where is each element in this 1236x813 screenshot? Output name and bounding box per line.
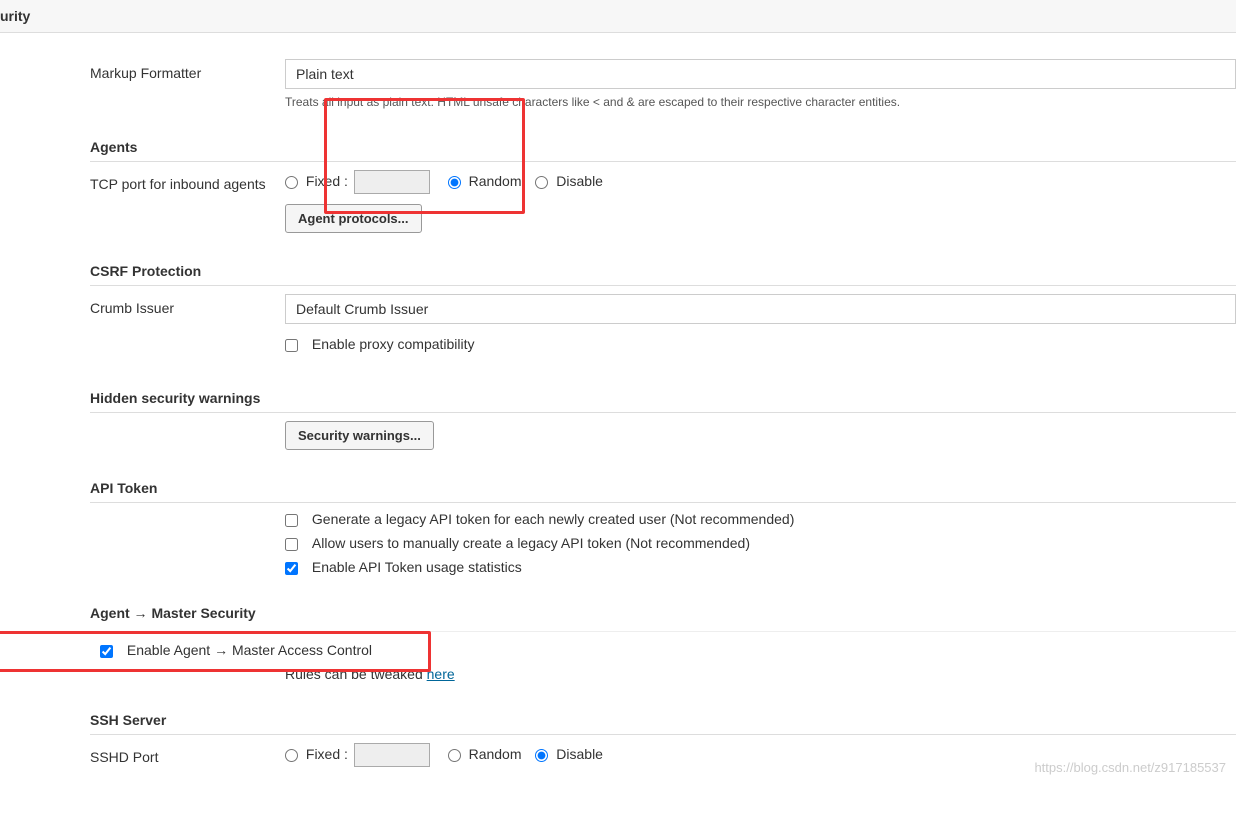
sshd-port-options: Fixed : Random Disable (285, 743, 1236, 767)
markup-formatter-label: Markup Formatter (90, 59, 285, 81)
agent-protocols-button[interactable]: Agent protocols... (285, 204, 422, 233)
tcp-disable-option[interactable]: Disable (535, 173, 603, 189)
agents-heading: Agents (90, 129, 1236, 162)
ssh-disable-option[interactable]: Disable (535, 746, 603, 762)
enable-proxy-compat-checkbox[interactable] (285, 339, 298, 352)
ssh-disable-radio[interactable] (535, 749, 548, 762)
agent-master-enable-checkbox[interactable] (100, 645, 113, 658)
agent-master-enable-label: Enable Agent → Master Access Control (127, 642, 372, 658)
ssh-random-radio[interactable] (448, 749, 461, 762)
api-opt3-checkbox[interactable] (285, 562, 298, 575)
agent-master-rules-row: Rules can be tweaked here (90, 666, 1236, 682)
main-content: Markup Formatter Plain text Treats all i… (0, 33, 1236, 813)
api-opt1-label: Generate a legacy API token for each new… (312, 511, 794, 527)
markup-formatter-select[interactable]: Plain text (285, 59, 1236, 89)
ssh-heading: SSH Server (90, 702, 1236, 735)
api-opt3-row: Enable API Token usage statistics (285, 559, 1236, 575)
hidden-warnings-row: Security warnings... (90, 421, 1236, 450)
tcp-port-options: Fixed : Random Disable Agent protocols..… (285, 170, 1236, 233)
tcp-random-radio[interactable] (448, 176, 461, 189)
security-warnings-button[interactable]: Security warnings... (285, 421, 434, 450)
ssh-fixed-option[interactable]: Fixed : (285, 746, 438, 762)
sshd-port-row: SSHD Port Fixed : Random Disable (90, 743, 1236, 767)
api-token-heading: API Token (90, 470, 1236, 503)
tcp-fixed-option[interactable]: Fixed : (285, 173, 438, 189)
tcp-disable-radio[interactable] (535, 176, 548, 189)
tcp-fixed-radio[interactable] (285, 176, 298, 189)
divider (90, 631, 1236, 632)
crumb-issuer-label: Crumb Issuer (90, 294, 285, 316)
tcp-random-option[interactable]: Random (448, 173, 526, 189)
markup-formatter-help: Treats all input as plain text. HTML uns… (285, 95, 1236, 109)
ssh-fixed-port-input[interactable] (354, 743, 430, 767)
agent-master-heading: Agent → Master Security (90, 595, 1236, 627)
crumb-issuer-row: Crumb Issuer Default Crumb Issuer Enable… (90, 294, 1236, 360)
rules-text: Rules can be tweaked (285, 666, 427, 682)
enable-proxy-compat-label: Enable proxy compatibility (312, 336, 475, 352)
api-opt2-row: Allow users to manually create a legacy … (285, 535, 1236, 551)
api-opt1-row: Generate a legacy API token for each new… (285, 511, 1236, 527)
crumb-issuer-select[interactable]: Default Crumb Issuer (285, 294, 1236, 324)
tcp-fixed-port-input[interactable] (354, 170, 430, 194)
page-title-fragment: urity (0, 8, 30, 24)
tcp-port-label: TCP port for inbound agents (90, 170, 285, 192)
api-opt3-label: Enable API Token usage statistics (312, 559, 522, 575)
csrf-heading: CSRF Protection (90, 253, 1236, 286)
hidden-warnings-heading: Hidden security warnings (90, 380, 1236, 413)
markup-formatter-row: Markup Formatter Plain text Treats all i… (90, 59, 1236, 109)
api-opt2-label: Allow users to manually create a legacy … (312, 535, 750, 551)
tcp-port-row: TCP port for inbound agents Fixed : Rand… (90, 170, 1236, 233)
api-opt1-checkbox[interactable] (285, 514, 298, 527)
ssh-fixed-radio[interactable] (285, 749, 298, 762)
api-opt2-checkbox[interactable] (285, 538, 298, 551)
top-bar: urity (0, 0, 1236, 33)
ssh-random-option[interactable]: Random (448, 746, 526, 762)
rules-here-link[interactable]: here (427, 666, 455, 682)
sshd-port-label: SSHD Port (90, 743, 285, 765)
agent-master-enable-row: Enable Agent → Master Access Control (100, 642, 1236, 658)
